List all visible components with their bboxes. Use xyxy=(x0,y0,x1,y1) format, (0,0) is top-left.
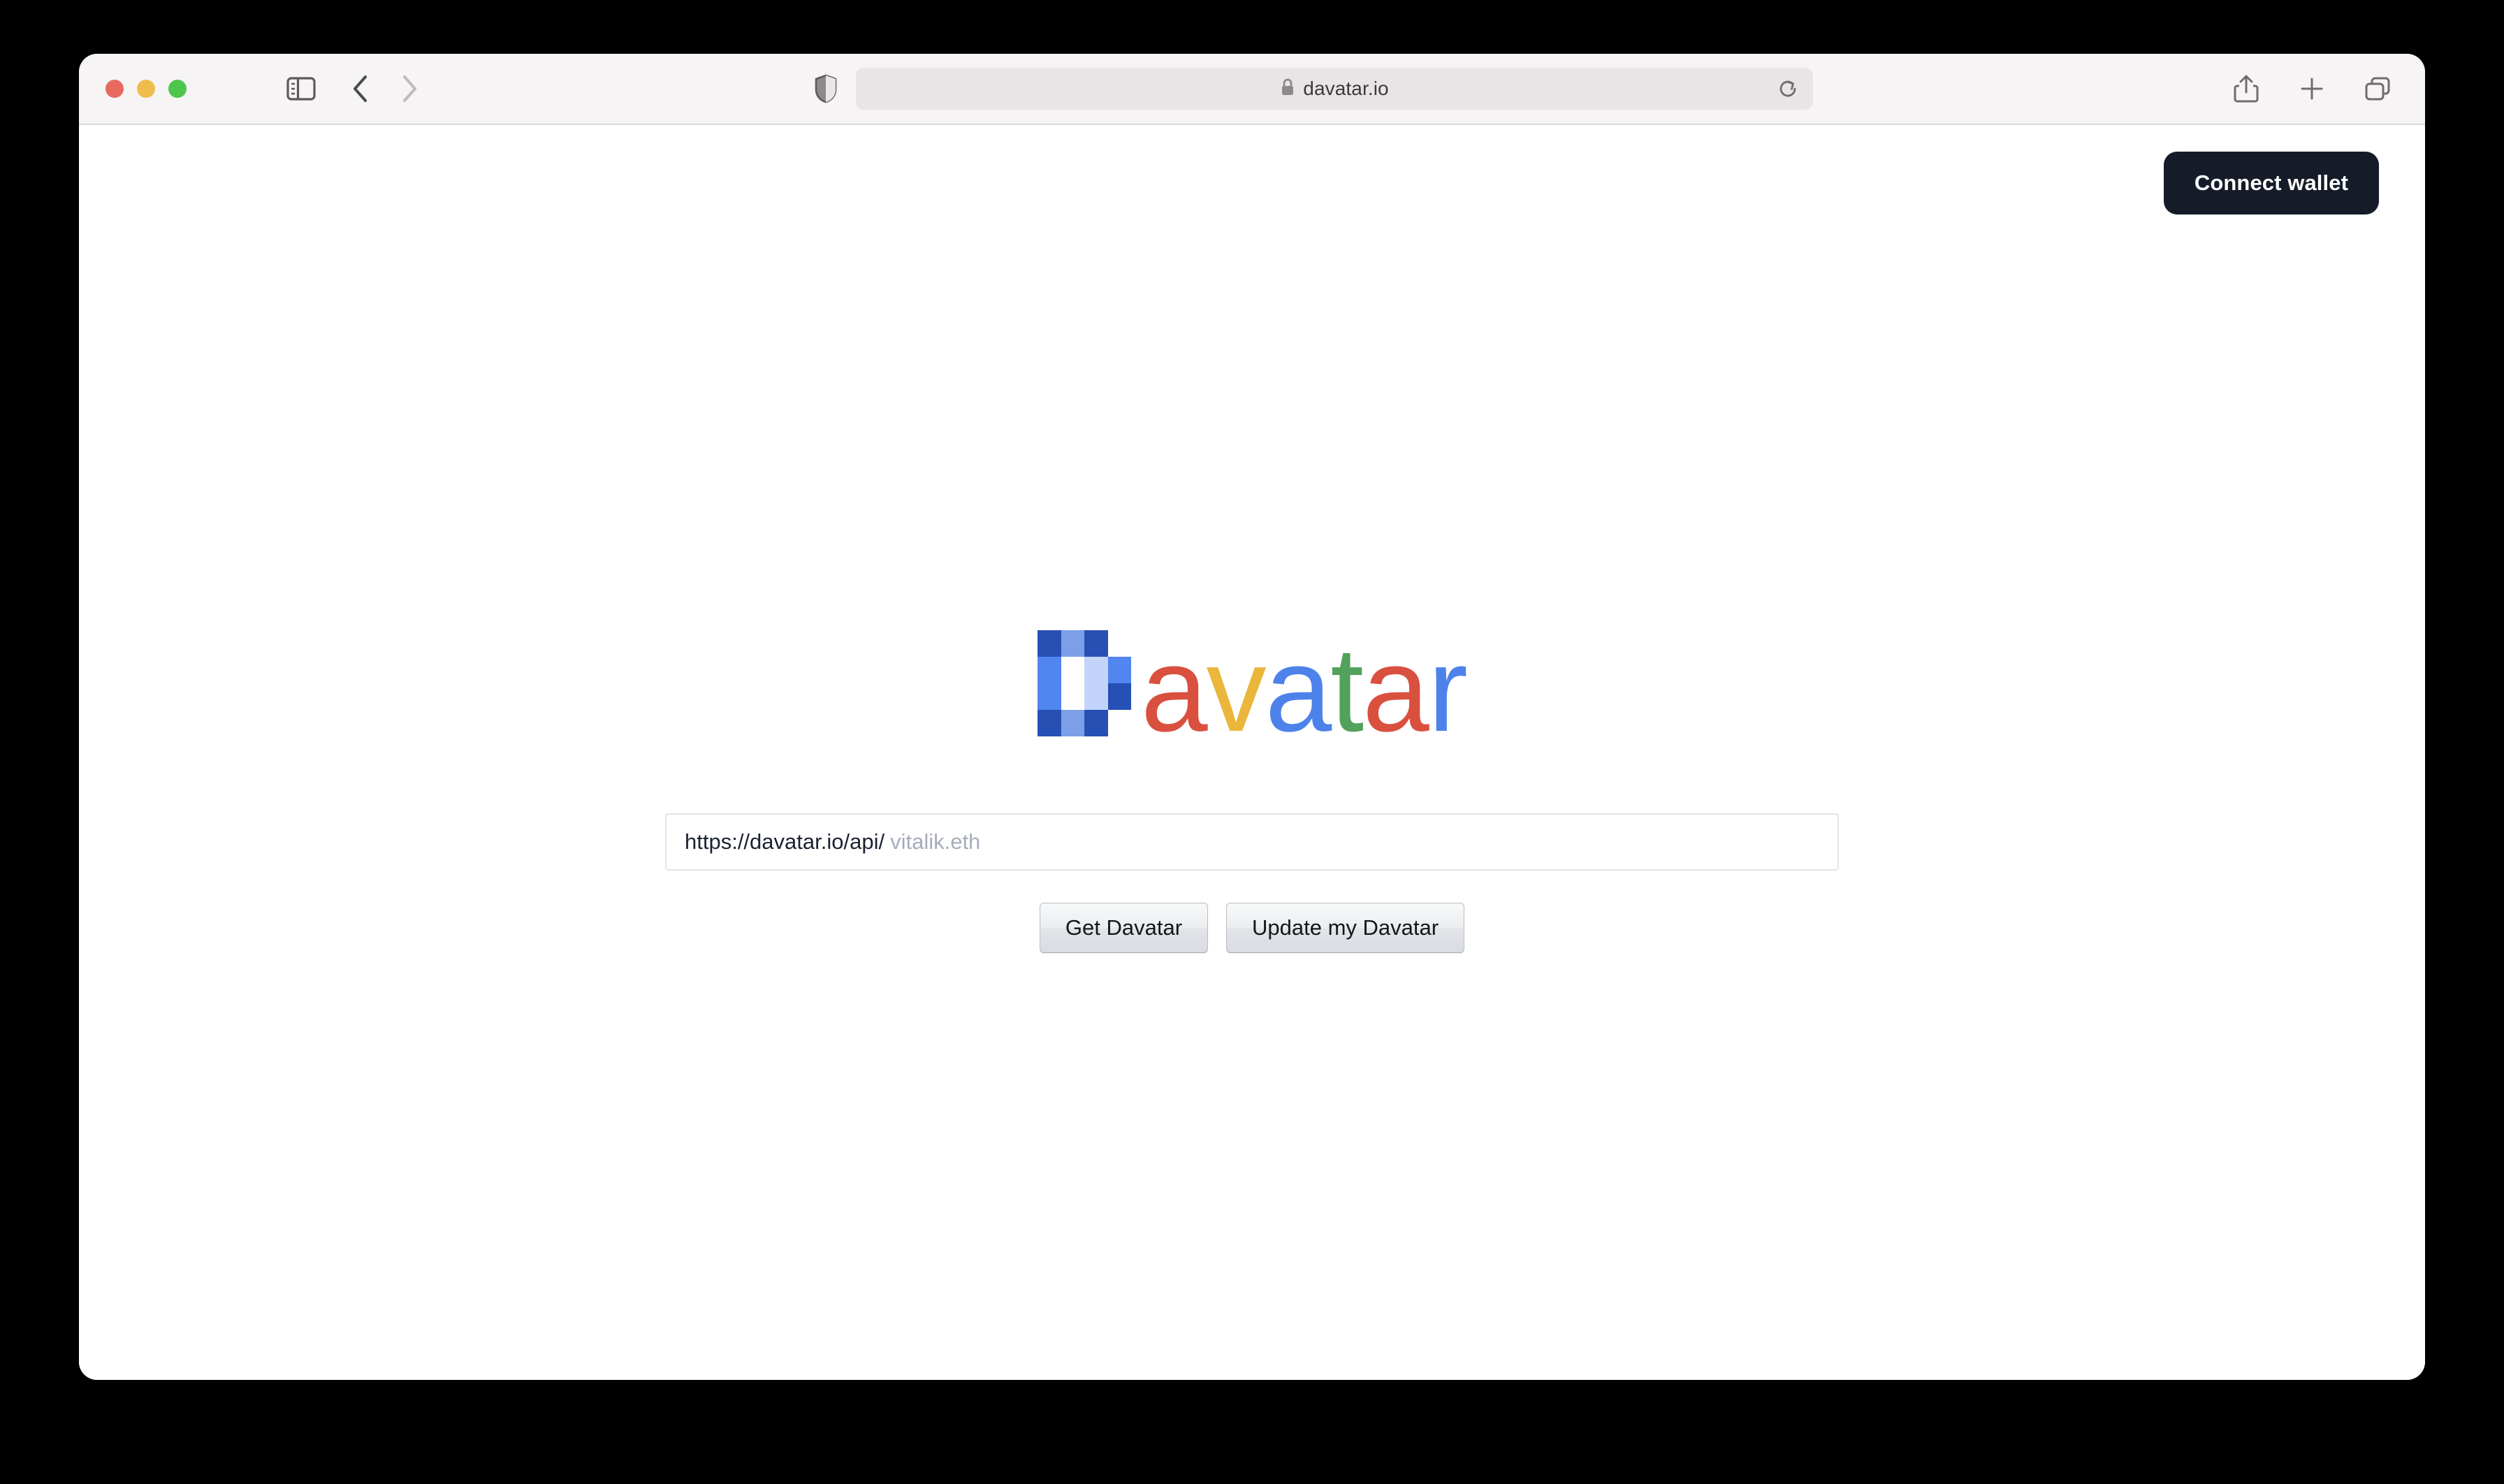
lock-icon xyxy=(1280,78,1295,101)
maximize-window-button[interactable] xyxy=(168,80,187,98)
window-traffic-lights xyxy=(105,80,187,98)
update-my-davatar-button[interactable]: Update my Davatar xyxy=(1226,903,1465,953)
get-davatar-button[interactable]: Get Davatar xyxy=(1039,903,1209,953)
logo-pixel-cell-1 xyxy=(1061,630,1084,657)
back-button[interactable] xyxy=(343,71,378,107)
logo-pixel-cell-8 xyxy=(1061,683,1084,710)
reload-button[interactable] xyxy=(1770,71,1806,107)
davatar-wordmark: avatar xyxy=(1141,630,1468,750)
address-bar-content: davatar.io xyxy=(1280,78,1389,101)
forward-button xyxy=(392,71,427,107)
logo-pixel-cell-3 xyxy=(1037,657,1061,683)
toolbar-right-actions xyxy=(2228,71,2396,107)
davatar-name-input[interactable] xyxy=(885,829,1819,855)
connect-wallet-button[interactable]: Connect wallet xyxy=(2163,152,2379,214)
davatar-pixel-d-logo xyxy=(1037,630,1131,736)
page-content: Connect wallet avatar https://davatar.io… xyxy=(79,125,2425,1380)
logo-pixel-cell-13 xyxy=(1084,710,1108,736)
logo-pixel-cell-5 xyxy=(1084,657,1108,683)
url-text: davatar.io xyxy=(1303,78,1389,99)
davatar-logo: avatar xyxy=(1037,625,1468,750)
sidebar-toggle-icon[interactable] xyxy=(283,71,319,107)
main-center-stack: avatar https://davatar.io/api/ Get Davat… xyxy=(651,625,1853,953)
logo-pixel-cell-0 xyxy=(1037,630,1061,657)
logo-pixel-cell-7 xyxy=(1037,683,1061,710)
logo-pixel-cell-2 xyxy=(1084,630,1108,657)
logo-pixel-cell-11 xyxy=(1037,710,1061,736)
davatar-url-prefix: https://davatar.io/api/ xyxy=(685,829,885,854)
logo-pixel-cell-12 xyxy=(1061,710,1084,736)
privacy-shield-icon[interactable] xyxy=(810,71,842,106)
plus-icon[interactable] xyxy=(2294,71,2330,107)
logo-pixel-cell-4 xyxy=(1061,657,1084,683)
minimize-window-button[interactable] xyxy=(137,80,155,98)
davatar-input-group[interactable]: https://davatar.io/api/ xyxy=(665,813,1839,871)
logo-letter-a-4: a xyxy=(1362,622,1429,757)
close-window-button[interactable] xyxy=(105,80,124,98)
logo-letter-v-1: v xyxy=(1206,622,1267,757)
logo-pixel-cell-9 xyxy=(1084,683,1108,710)
logo-pixel-cell-10 xyxy=(1107,683,1131,710)
share-icon[interactable] xyxy=(2228,71,2264,107)
logo-letter-a-0: a xyxy=(1140,622,1208,757)
tab-overview-icon[interactable] xyxy=(2359,71,2396,107)
action-button-row: Get Davatar Update my Davatar xyxy=(1039,903,1465,953)
logo-pixel-cell-6 xyxy=(1107,657,1131,683)
logo-letter-r-5: r xyxy=(1427,622,1468,757)
browser-window: davatar.io Connect wallet avatar https:/… xyxy=(79,54,2425,1380)
logo-letter-a-2: a xyxy=(1265,622,1332,757)
logo-letter-t-3: t xyxy=(1330,622,1364,757)
browser-toolbar: davatar.io xyxy=(79,54,2425,125)
address-bar[interactable]: davatar.io xyxy=(856,68,1813,110)
